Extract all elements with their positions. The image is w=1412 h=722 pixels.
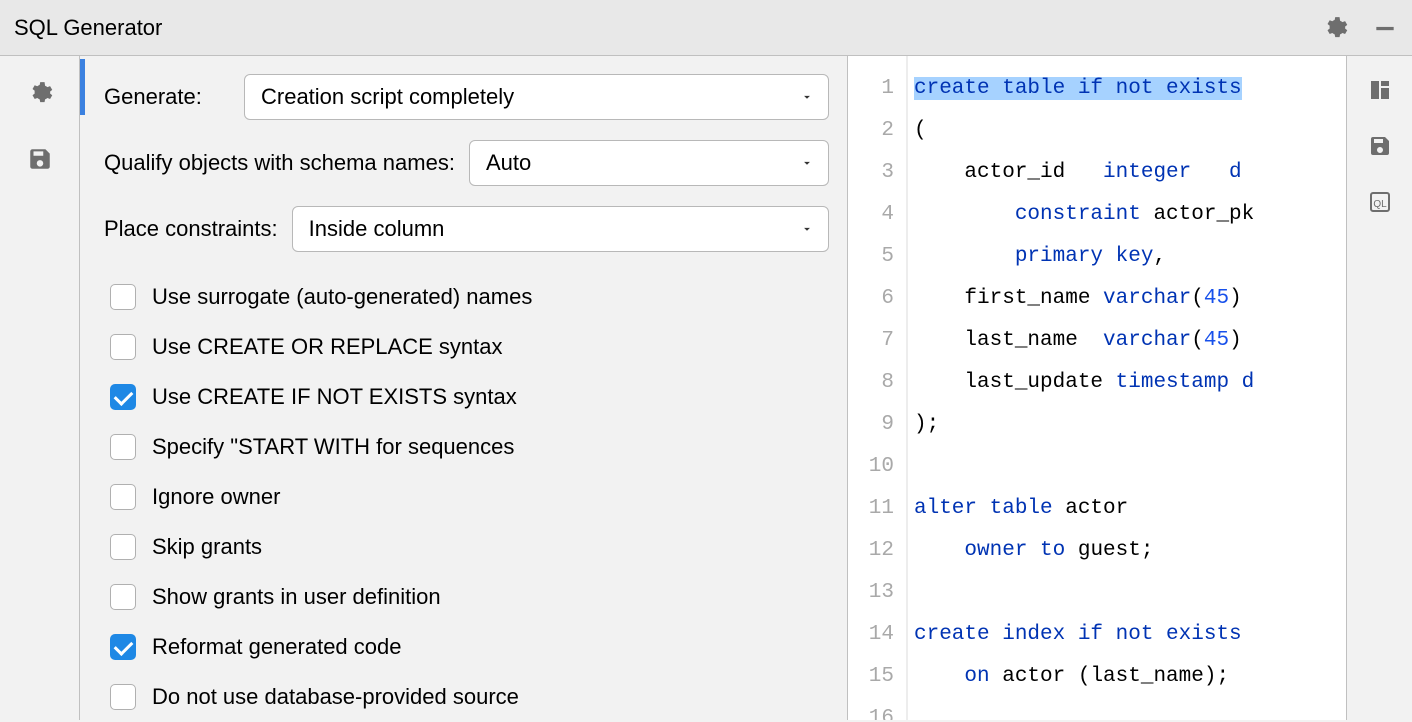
checkbox-label: Skip grants [152, 534, 262, 560]
generate-label: Generate: [104, 84, 244, 110]
generate-value: Creation script completely [261, 84, 514, 110]
checkbox[interactable] [110, 384, 136, 410]
line-number: 15 [848, 656, 894, 698]
checkbox-row: Skip grants [110, 522, 829, 572]
header-icons [1322, 15, 1398, 41]
checkbox-row: Ignore owner [110, 472, 829, 522]
line-number: 16 [848, 698, 894, 720]
line-gutter: 12345678910111213141516 [848, 56, 908, 720]
checkbox[interactable] [110, 284, 136, 310]
line-number: 9 [848, 404, 894, 446]
checkbox[interactable] [110, 334, 136, 360]
line-number: 8 [848, 362, 894, 404]
save-icon[interactable] [1368, 134, 1392, 158]
svg-text:QL: QL [1373, 199, 1387, 210]
constraints-label: Place constraints: [104, 216, 278, 242]
line-number: 6 [848, 278, 894, 320]
checkbox-row: Reformat generated code [110, 622, 829, 672]
minimize-icon[interactable] [1372, 15, 1398, 41]
checkbox-label: Use CREATE IF NOT EXISTS syntax [152, 384, 517, 410]
line-number: 14 [848, 614, 894, 656]
checkbox[interactable] [110, 584, 136, 610]
qualify-label: Qualify objects with schema names: [104, 150, 455, 176]
checkbox-label: Ignore owner [152, 484, 280, 510]
chevron-down-icon [800, 90, 814, 104]
qualify-select[interactable]: Auto [469, 140, 829, 186]
constraints-select[interactable]: Inside column [292, 206, 829, 252]
checkbox[interactable] [110, 684, 136, 710]
checkbox-label: Use CREATE OR REPLACE syntax [152, 334, 502, 360]
gear-icon[interactable] [27, 80, 53, 106]
window-title: SQL Generator [14, 15, 162, 41]
window-header: SQL Generator [0, 0, 1412, 56]
ql-console-icon[interactable]: QL [1368, 190, 1392, 214]
options-panel: Generate: Creation script completely Qua… [80, 56, 848, 720]
layout-icon[interactable] [1368, 78, 1392, 102]
generate-select[interactable]: Creation script completely [244, 74, 829, 120]
line-number: 10 [848, 446, 894, 488]
right-toolbar: QL [1346, 56, 1412, 720]
checkbox-row: Use surrogate (auto-generated) names [110, 272, 829, 322]
checkbox[interactable] [110, 634, 136, 660]
line-number: 4 [848, 194, 894, 236]
constraints-value: Inside column [309, 216, 445, 242]
checkbox-row: Show grants in user definition [110, 572, 829, 622]
line-number: 5 [848, 236, 894, 278]
checkbox-label: Use surrogate (auto-generated) names [152, 284, 532, 310]
checkbox-label: Show grants in user definition [152, 584, 441, 610]
gear-icon[interactable] [1322, 15, 1348, 41]
save-icon[interactable] [27, 146, 53, 172]
chevron-down-icon [800, 156, 814, 170]
checkbox[interactable] [110, 534, 136, 560]
line-number: 13 [848, 572, 894, 614]
line-number: 1 [848, 68, 894, 110]
sql-code[interactable]: create table if not exists ( actor_id in… [908, 56, 1346, 720]
checkbox-label: Reformat generated code [152, 634, 402, 660]
line-number: 3 [848, 152, 894, 194]
line-number: 2 [848, 110, 894, 152]
chevron-down-icon [800, 222, 814, 236]
checkbox-row: Specify "START WITH for sequences [110, 422, 829, 472]
qualify-value: Auto [486, 150, 531, 176]
left-toolbar [0, 56, 80, 720]
line-number: 11 [848, 488, 894, 530]
checkbox[interactable] [110, 434, 136, 460]
checkbox-row: Use CREATE IF NOT EXISTS syntax [110, 372, 829, 422]
code-preview: 12345678910111213141516 create table if … [848, 56, 1346, 720]
checkbox-row: Do not use database-provided source [110, 672, 829, 722]
line-number: 12 [848, 530, 894, 572]
checkbox-label: Do not use database-provided source [152, 684, 519, 710]
checkbox-label: Specify "START WITH for sequences [152, 434, 514, 460]
checkbox-row: Use CREATE OR REPLACE syntax [110, 322, 829, 372]
line-number: 7 [848, 320, 894, 362]
checkbox[interactable] [110, 484, 136, 510]
